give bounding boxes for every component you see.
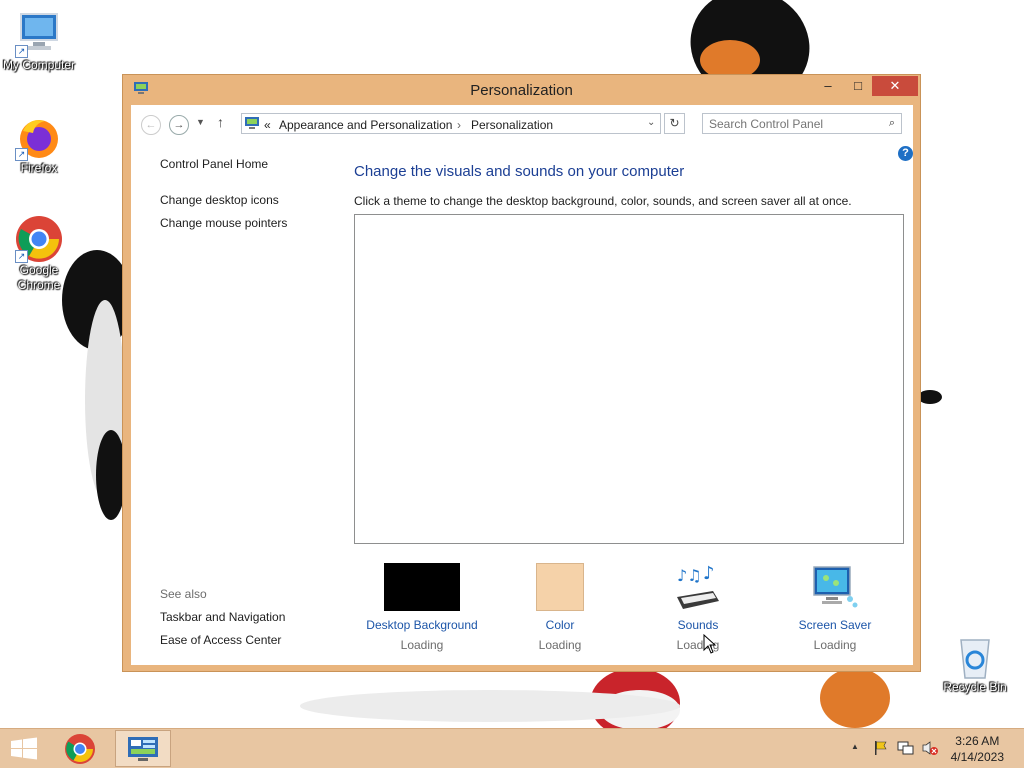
chrome-icon: ↗ <box>15 215 63 263</box>
sounds-tile[interactable]: ♪♫ ♪ Sounds Loading <box>628 563 768 652</box>
screen-saver-icon <box>810 563 860 611</box>
refresh-button[interactable]: ↻ <box>664 113 685 134</box>
recycle-bin-icon <box>951 632 999 680</box>
close-button[interactable]: ✕ <box>872 76 918 96</box>
shortcut-arrow-icon: ↗ <box>15 250 28 263</box>
svg-text:♪♫: ♪♫ <box>677 566 702 585</box>
tile-status: Loading <box>538 638 582 652</box>
search-box[interactable]: ⌕ <box>702 113 902 134</box>
page-heading: Change the visuals and sounds on your co… <box>354 163 685 180</box>
volume-muted-icon[interactable] <box>921 740 939 759</box>
personalization-window: Personalization – □ ✕ ← → ▼ ↑ « Appearan… <box>122 74 921 672</box>
chrome-icon <box>65 734 95 764</box>
taskbar-navigation-link[interactable]: Taskbar and Navigation <box>160 610 285 624</box>
control-panel-home-link[interactable]: Control Panel Home <box>160 157 268 171</box>
taskbar-control-panel-button[interactable] <box>115 730 171 767</box>
desktop-icon-label: Recycle Bin <box>943 680 1007 694</box>
color-swatch <box>536 563 584 611</box>
see-also-label: See also <box>160 587 207 601</box>
search-icon: ⌕ <box>888 117 895 129</box>
screen-saver-tile[interactable]: Screen Saver Loading <box>765 563 905 652</box>
desktop-icon-my-computer[interactable]: ↗ My Computer <box>0 10 78 73</box>
up-arrow-icon[interactable]: ↑ <box>217 114 224 130</box>
tile-name[interactable]: Sounds <box>628 618 768 632</box>
breadcrumb-separator[interactable]: › <box>457 118 461 132</box>
window-titlebar[interactable]: Personalization – □ ✕ <box>123 75 920 105</box>
computer-icon: ↗ <box>15 10 63 58</box>
desktop-icon-google-chrome[interactable]: ↗ Google Chrome <box>0 215 78 293</box>
refresh-icon: ↻ <box>669 116 680 130</box>
ease-of-access-link[interactable]: Ease of Access Center <box>160 633 281 647</box>
network-icon[interactable] <box>897 740 915 759</box>
color-tile[interactable]: Color Loading <box>490 563 630 652</box>
help-button[interactable]: ? <box>898 146 913 161</box>
desktop-background-swatch <box>384 563 460 611</box>
address-dropdown-icon[interactable]: ⌄ <box>647 117 655 128</box>
clock-time: 3:26 AM <box>955 734 1000 748</box>
mouse-cursor-icon <box>703 633 717 657</box>
shortcut-arrow-icon: ↗ <box>15 148 28 161</box>
forward-button[interactable]: → <box>169 115 189 135</box>
back-button[interactable]: ← <box>141 115 161 135</box>
recent-pages-chevron-icon[interactable]: ▼ <box>196 117 205 127</box>
breadcrumb-personalization[interactable]: Personalization <box>471 118 553 132</box>
tile-name[interactable]: Color <box>490 618 630 632</box>
taskbar-chrome-button[interactable] <box>56 730 104 767</box>
desktop-icon-label: Firefox <box>20 161 58 175</box>
window-client-area: ← → ▼ ↑ « Appearance and Personalization… <box>131 105 913 665</box>
svg-text:♪: ♪ <box>703 563 715 584</box>
sounds-icon: ♪♫ ♪ <box>673 563 723 611</box>
window-title: Personalization <box>470 82 573 99</box>
desktop-icon-label: Google Chrome <box>17 263 61 292</box>
theme-list[interactable] <box>354 214 904 544</box>
address-overflow-chevron[interactable]: « <box>264 118 271 132</box>
tile-status: Loading <box>676 638 720 652</box>
windows-logo-icon <box>11 737 37 760</box>
clock-date: 4/14/2023 <box>950 750 1004 764</box>
tile-status: Loading <box>400 638 444 652</box>
tile-status: Loading <box>813 638 857 652</box>
taskbar: ▲ 3:26 AM 4/14/2023 <box>0 728 1024 768</box>
search-input[interactable] <box>709 117 874 131</box>
change-desktop-icons-link[interactable]: Change desktop icons <box>160 193 279 207</box>
desktop-icon-recycle-bin[interactable]: Recycle Bin <box>936 632 1014 695</box>
navigation-bar: ← → ▼ ↑ « Appearance and Personalization… <box>131 105 913 143</box>
maximize-button[interactable]: □ <box>843 76 873 96</box>
control-panel-icon <box>244 116 260 134</box>
shortcut-arrow-icon: ↗ <box>15 45 28 58</box>
tile-name[interactable]: Screen Saver <box>765 618 905 632</box>
page-description: Click a theme to change the desktop back… <box>354 194 852 208</box>
action-center-flag-icon[interactable] <box>873 740 889 759</box>
desktop-icon-firefox[interactable]: ↗ Firefox <box>0 113 78 176</box>
desktop-icon-label: My Computer <box>2 58 76 72</box>
address-bar[interactable]: « Appearance and Personalization › Perso… <box>241 113 661 134</box>
firefox-icon: ↗ <box>15 113 63 161</box>
minimize-button[interactable]: – <box>813 76 843 96</box>
taskbar-clock[interactable]: 3:26 AM 4/14/2023 <box>951 733 1004 765</box>
tile-name[interactable]: Desktop Background <box>352 618 492 632</box>
show-hidden-icons-button[interactable]: ▲ <box>851 742 859 751</box>
control-panel-icon <box>128 737 158 761</box>
start-button[interactable] <box>0 730 48 767</box>
breadcrumb-appearance[interactable]: Appearance and Personalization <box>279 118 452 132</box>
desktop-background-tile[interactable]: Desktop Background Loading <box>352 563 492 652</box>
change-mouse-pointers-link[interactable]: Change mouse pointers <box>160 216 287 230</box>
